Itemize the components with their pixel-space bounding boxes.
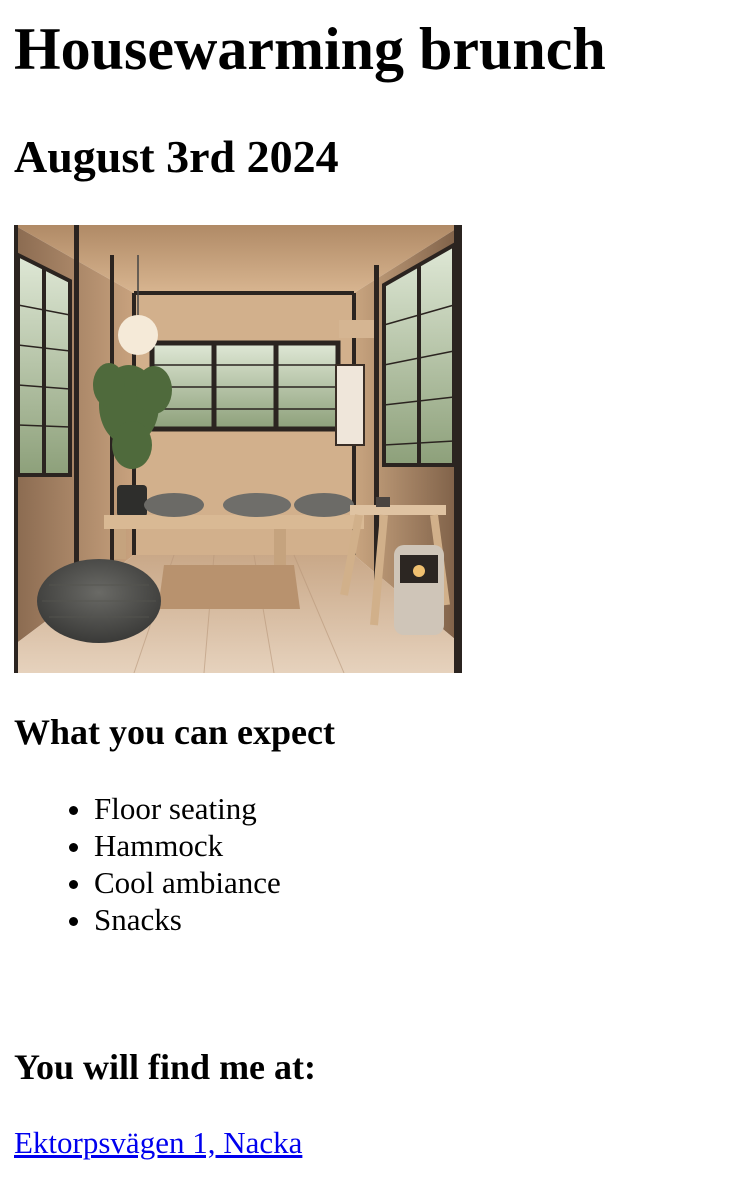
list-item: Hammock	[94, 827, 281, 864]
list-item: Floor seating	[94, 790, 281, 827]
list-item: Snacks	[94, 901, 281, 938]
location-heading: You will find me at:	[14, 1047, 317, 1087]
event-date: August 3rd 2024	[14, 131, 339, 182]
page-title: Housewarming brunch	[14, 16, 606, 82]
expect-heading: What you can expect	[14, 712, 335, 752]
address-link[interactable]: Ektorpsvägen 1, Nacka	[14, 1123, 302, 1163]
feature-list: Floor seating Hammock Cool ambiance Snac…	[14, 790, 281, 938]
room-interior-photo	[14, 225, 462, 673]
list-item: Cool ambiance	[94, 864, 281, 901]
